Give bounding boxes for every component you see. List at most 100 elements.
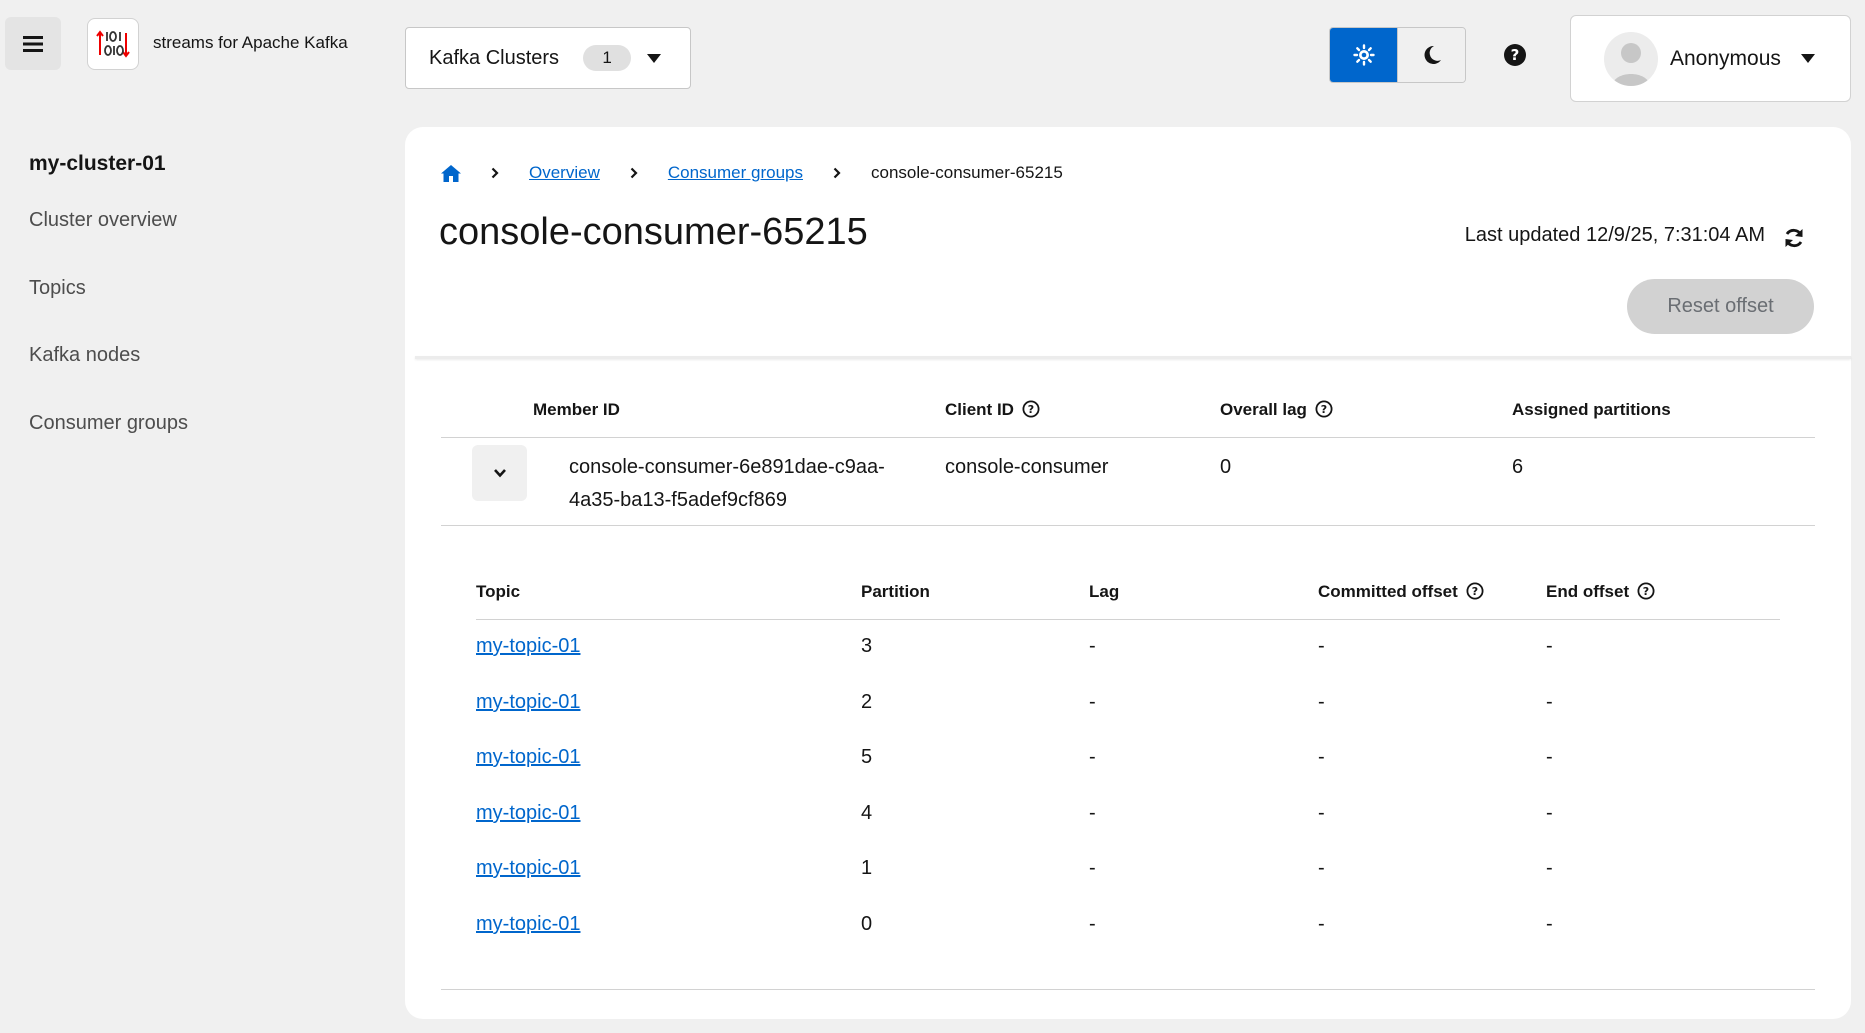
user-avatar-icon (1612, 42, 1650, 86)
svg-text:?: ? (1643, 585, 1649, 598)
breadcrumb-consumer-groups-link[interactable]: Consumer groups (668, 163, 803, 183)
column-end-offset: End offset ? (1546, 582, 1655, 602)
column-overall-lag: Overall lag ? (1220, 400, 1333, 420)
topic-link[interactable]: my-topic-01 (476, 913, 580, 935)
sidebar-cluster-name: my-cluster-01 (29, 152, 166, 175)
table-row: my-topic-01 5 - - - (476, 746, 1780, 776)
chevron-down-icon (493, 469, 506, 478)
partition-cell: 1 (861, 857, 873, 879)
svg-text:?: ? (1471, 585, 1477, 598)
end-offset-cell: - (1546, 746, 1553, 768)
nav-toggle-button[interactable] (5, 17, 61, 70)
cluster-selector-label: Kafka Clusters (429, 46, 560, 69)
committed-offset-cell: - (1318, 691, 1325, 713)
caret-down-icon (1800, 54, 1815, 63)
table-row: my-topic-01 2 - - - (476, 691, 1780, 721)
column-client-id-label: Client ID (945, 400, 1014, 419)
home-icon[interactable] (441, 164, 461, 182)
assigned-partitions-cell: 6 (1512, 456, 1524, 478)
table-row: my-topic-01 0 - - - (476, 913, 1780, 943)
user-menu[interactable]: Anonymous (1570, 15, 1851, 102)
page-title: console-consumer-65215 (439, 211, 868, 253)
member-id-cell: console-consumer-6e891dae-c9aa-4a35-ba13… (569, 456, 885, 511)
help-circle-icon[interactable]: ? (1466, 582, 1484, 600)
topic-link[interactable]: my-topic-01 (476, 746, 580, 768)
sidebar-item-cluster-overview[interactable]: Cluster overview (29, 209, 177, 232)
topic-link[interactable]: my-topic-01 (476, 635, 580, 657)
theme-toggle[interactable] (1329, 27, 1466, 83)
brand-name: streams for Apache Kafka (153, 33, 348, 52)
members-table-header: Member ID Client ID ? Overall lag ? Assi… (441, 400, 1815, 430)
lag-cell: - (1089, 857, 1096, 879)
column-committed-offset: Committed offset ? (1318, 582, 1484, 602)
expand-row-button[interactable] (472, 445, 527, 501)
reset-offset-button[interactable]: Reset offset (1627, 279, 1814, 334)
committed-offset-cell: - (1318, 913, 1325, 935)
column-committed-offset-label: Committed offset (1318, 582, 1458, 601)
svg-text:?: ? (1511, 46, 1520, 64)
help-circle-icon[interactable]: ? (1022, 400, 1040, 418)
streams-logo-icon (96, 30, 130, 58)
partition-cell: 5 (861, 746, 873, 768)
light-theme-button[interactable] (1330, 28, 1397, 82)
client-id-cell: console-consumer (945, 456, 1109, 478)
cluster-count-badge: 1 (583, 45, 632, 71)
end-offset-cell: - (1546, 802, 1553, 824)
table-rule (441, 437, 1815, 438)
table-rule (476, 619, 1780, 620)
column-end-offset-label: End offset (1546, 582, 1630, 601)
table-row: console-consumer-6e891dae-c9aa-4a35-ba13… (441, 445, 1815, 525)
cluster-selector[interactable]: Kafka Clusters 1 (405, 27, 691, 89)
column-overall-lag-label: Overall lag (1220, 400, 1307, 419)
dark-theme-button[interactable] (1397, 28, 1465, 82)
main-card: Overview Consumer groups console-consume… (405, 127, 1851, 1019)
refresh-icon[interactable] (1783, 227, 1805, 249)
committed-offset-cell: - (1318, 635, 1325, 657)
end-offset-cell: - (1546, 857, 1553, 879)
end-offset-cell: - (1546, 635, 1553, 657)
lag-cell: - (1089, 691, 1096, 713)
committed-offset-cell: - (1318, 746, 1325, 768)
table-row: my-topic-01 4 - - - (476, 802, 1780, 832)
column-member-id: Member ID (533, 400, 620, 419)
chevron-right-icon (833, 167, 841, 179)
end-offset-cell: - (1546, 691, 1553, 713)
partition-cell: 3 (861, 635, 873, 657)
svg-text:?: ? (1027, 403, 1033, 416)
topic-link[interactable]: my-topic-01 (476, 802, 580, 824)
partition-cell: 4 (861, 802, 873, 824)
help-circle-icon[interactable]: ? (1637, 582, 1655, 600)
column-client-id: Client ID ? (945, 400, 1040, 420)
lag-cell: - (1089, 802, 1096, 824)
committed-offset-cell: - (1318, 802, 1325, 824)
breadcrumb-overview-link[interactable]: Overview (529, 163, 600, 183)
lag-cell: - (1089, 746, 1096, 768)
end-offset-cell: - (1546, 913, 1553, 935)
breadcrumb-current: console-consumer-65215 (870, 163, 1063, 182)
lag-cell: - (1089, 913, 1096, 935)
user-name: Anonymous (1670, 46, 1781, 70)
column-partition: Partition (861, 582, 930, 601)
sidebar-item-topics[interactable]: Topics (29, 277, 86, 300)
moon-icon (1424, 45, 1441, 64)
last-updated-text: Last updated 12/9/25, 7:31:04 AM (1464, 224, 1765, 246)
breadcrumb: Overview Consumer groups console-consume… (441, 163, 1063, 183)
help-icon[interactable]: ? (1503, 43, 1527, 67)
svg-text:?: ? (1320, 403, 1326, 416)
sun-icon (1352, 44, 1375, 66)
lag-cell: - (1089, 635, 1096, 657)
partition-cell: 0 (861, 913, 873, 935)
help-circle-icon[interactable]: ? (1315, 400, 1333, 418)
sidebar-item-consumer-groups[interactable]: Consumer groups (29, 412, 188, 435)
sidebar-item-kafka-nodes[interactable]: Kafka nodes (29, 344, 140, 367)
topic-link[interactable]: my-topic-01 (476, 691, 580, 713)
caret-down-icon (647, 53, 662, 63)
brand-logo[interactable] (87, 18, 139, 70)
table-row: my-topic-01 1 - - - (476, 857, 1780, 887)
topic-link[interactable]: my-topic-01 (476, 857, 580, 879)
chevron-right-icon (491, 167, 499, 179)
section-divider (415, 356, 1851, 359)
chevron-right-icon (630, 167, 638, 179)
avatar (1604, 31, 1658, 86)
table-rule (441, 989, 1815, 990)
